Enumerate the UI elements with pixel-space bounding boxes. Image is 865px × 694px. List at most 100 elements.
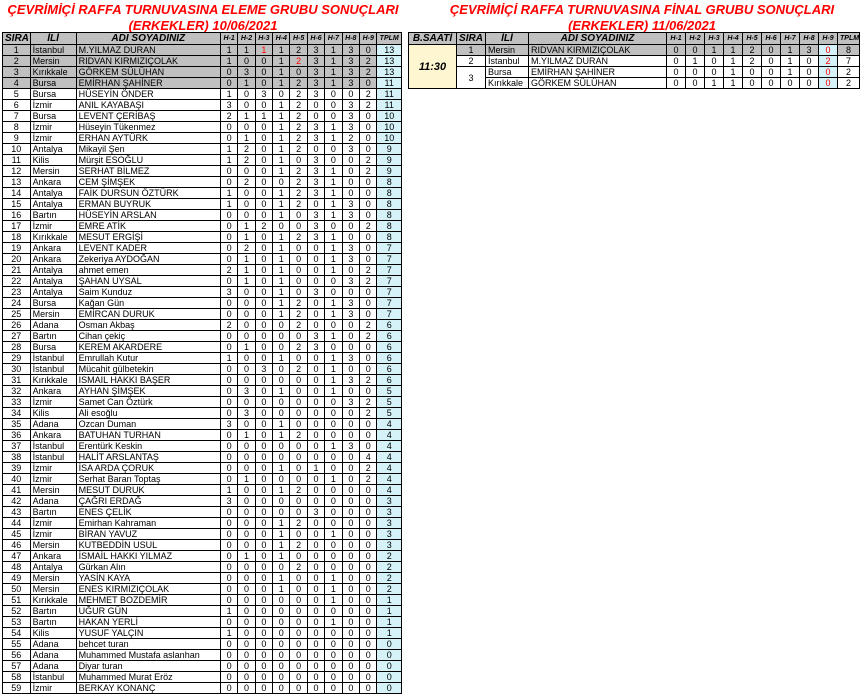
table-cell: 0: [666, 66, 686, 78]
total-cell: 10: [376, 110, 402, 122]
table-cell: Ankara: [29, 385, 77, 397]
table-cell: Kırıkkale: [29, 231, 77, 243]
table-cell: 0: [359, 143, 378, 155]
table-cell: 3: [306, 176, 326, 188]
total-cell: 7: [376, 242, 402, 254]
table-cell: 1: [324, 176, 343, 188]
table-cell: 0: [237, 638, 256, 650]
table-cell: 12: [2, 165, 31, 177]
table-cell: 2: [254, 220, 274, 232]
player-name-cell: Muhammed Murat Eröz: [75, 671, 221, 683]
table-cell: 3: [306, 286, 326, 298]
player-name-cell: Gürkan Alın: [75, 561, 221, 573]
table-cell: 0: [359, 550, 378, 562]
table-cell: 0: [666, 55, 686, 67]
table-cell: 22: [2, 275, 31, 287]
table-cell: 0: [237, 495, 256, 507]
table-cell: 0: [289, 220, 308, 232]
table-cell: 3: [306, 55, 326, 67]
table-cell: 29: [2, 352, 31, 364]
table-cell: 0: [306, 594, 326, 606]
table-cell: 0: [359, 341, 378, 353]
table-cell: 0: [272, 616, 291, 628]
table-cell: Bartın: [29, 209, 77, 221]
table-cell: Kilis: [29, 627, 77, 639]
table-cell: 0: [306, 440, 326, 452]
table-cell: 0: [219, 506, 239, 518]
table-cell: 0: [237, 572, 256, 584]
table-cell: 0: [306, 385, 326, 397]
table-cell: 0: [341, 363, 361, 375]
table-cell: 1: [237, 110, 256, 122]
total-cell: 10: [376, 132, 402, 144]
table-cell: 1: [324, 132, 343, 144]
table-cell: 0: [306, 528, 326, 540]
table-cell: 0: [289, 550, 308, 562]
player-name-cell: Emirhan Kahraman: [75, 517, 221, 529]
table-cell: 0: [254, 583, 274, 595]
player-name-cell: Emrullah Kutur: [75, 352, 221, 364]
table-cell: 1: [272, 539, 291, 551]
column-header: H-1: [666, 32, 686, 45]
table-row: 35 Adana Ozcan Duman 3 0 0 1 0 0 0 0 0 4: [2, 418, 402, 430]
table-cell: 3: [456, 66, 486, 89]
table-cell: 0: [289, 462, 308, 474]
table-cell: Ankara: [29, 253, 77, 265]
table-cell: 0: [272, 220, 291, 232]
table-cell: 10: [2, 143, 31, 155]
table-cell: Bursa: [29, 88, 77, 100]
table-cell: 0: [219, 374, 239, 386]
table-row: 51 Kırıkkale MEHMET BOZDEMİR 0 0 0 0 0 0 1 0 0 1: [2, 594, 402, 606]
total-cell: 7: [376, 253, 402, 265]
table-cell: 3: [306, 66, 326, 78]
player-name-cell: Ozcan Duman: [75, 418, 221, 430]
table-cell: 3: [341, 253, 361, 265]
table-cell: 2: [359, 99, 378, 111]
table-cell: 0: [359, 539, 378, 551]
table-cell: 0: [324, 649, 343, 661]
table-row: 56 Adana Muhammed Mustafa aslanhan 0 0 0 0 0 0 0 0…: [2, 649, 402, 661]
table-cell: Antalya: [29, 286, 77, 298]
player-name-cell: Muhammed Mustafa aslanhan: [75, 649, 221, 661]
table-cell: 0: [359, 209, 378, 221]
table-cell: 0: [324, 671, 343, 683]
player-name-cell: CEM ŞİMŞEK: [75, 176, 221, 188]
column-header: H-3: [254, 32, 274, 45]
table-cell: 0: [219, 66, 239, 78]
table-cell: 2: [289, 341, 308, 353]
total-cell: 13: [376, 66, 402, 78]
table-cell: 0: [254, 451, 274, 463]
table-cell: 0: [254, 396, 274, 408]
table-cell: Antalya: [29, 198, 77, 210]
table-cell: 1: [237, 231, 256, 243]
total-cell: 2: [818, 55, 838, 67]
player-name-cell: EMRE ATİK: [75, 220, 221, 232]
column-header: B.SAATİ: [408, 32, 457, 45]
table-cell: 0: [289, 374, 308, 386]
table-cell: 2: [289, 55, 308, 67]
player-name-cell: Hüseyin Tükenmez: [75, 121, 221, 133]
table-cell: 0: [237, 209, 256, 221]
table-cell: 2: [237, 143, 256, 155]
table-cell: 0: [341, 638, 361, 650]
right-title-line1: ÇEVRİMİÇİ RAFFA TURNUVASINA FİNAL GRUBU …: [449, 2, 835, 17]
table-row: 4 Bursa EMİRHAN ŞAHİNER 0 1 0 1 2 3 1 3 0 11: [2, 77, 402, 89]
column-header: H-5: [289, 32, 308, 45]
table-cell: 0: [359, 363, 378, 375]
table-cell: 0: [324, 396, 343, 408]
table-cell: 30: [2, 363, 31, 375]
table-cell: 2: [289, 132, 308, 144]
total-cell: 6: [376, 352, 402, 364]
table-cell: 0: [272, 341, 291, 353]
table-cell: 1: [219, 627, 239, 639]
table-cell: 0: [324, 88, 343, 100]
total-cell: 11: [376, 99, 402, 111]
table-cell: 17: [2, 220, 31, 232]
table-cell: 1: [272, 286, 291, 298]
total-cell: 13: [376, 55, 402, 67]
table-cell: 19: [2, 242, 31, 254]
table-cell: Bursa: [29, 77, 77, 89]
table-cell: 0: [324, 539, 343, 551]
table-cell: 4: [359, 451, 378, 463]
table-cell: Adana: [29, 649, 77, 661]
